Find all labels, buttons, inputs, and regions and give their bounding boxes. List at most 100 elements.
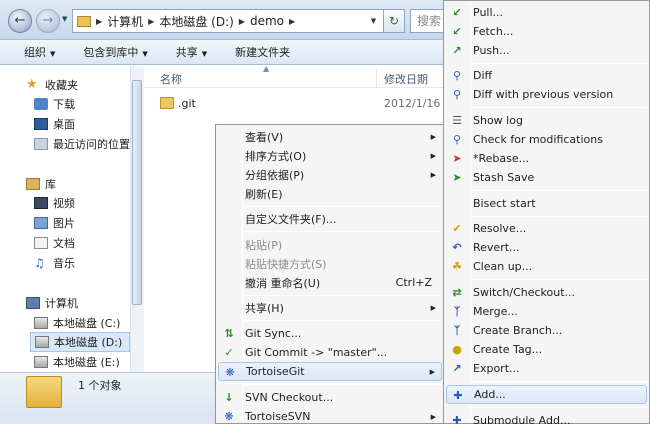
menu-item-paste-shortcut[interactable]: 粘贴快捷方式(S)	[218, 254, 442, 273]
menu-item-add[interactable]: ✚ Add...	[446, 385, 647, 404]
nav-item-recent-places[interactable]: 最近访问的位置	[34, 136, 130, 152]
history-dropdown-icon[interactable]: ▼	[62, 15, 67, 23]
menu-item-diff-previous[interactable]: ⚲ Diff with previous version	[446, 85, 647, 104]
nav-scrollbar-thumb[interactable]	[132, 80, 142, 305]
submenu-arrow-icon: ▶	[430, 303, 436, 312]
address-bar[interactable]: ▶ 计算机 ▶ 本地磁盘 (D:) ▶ demo ▶	[72, 9, 402, 33]
submenu-arrow-icon: ▶	[430, 132, 436, 141]
menu-item-git-commit[interactable]: ✓ Git Commit -> "master"...	[218, 343, 442, 362]
menu-item-bisect-start[interactable]: Bisect start	[446, 194, 647, 213]
menu-item-create-branch[interactable]: ᛉ Create Branch...	[446, 321, 647, 340]
export-icon: ↗	[452, 362, 462, 375]
menu-item-pull[interactable]: ↙ Pull...	[446, 3, 647, 22]
new-folder-button[interactable]: 新建文件夹	[235, 44, 290, 60]
back-button[interactable]: ←	[8, 9, 32, 33]
organize-menu[interactable]: 组织 ▼	[24, 44, 55, 60]
menu-item-fetch[interactable]: ↙ Fetch...	[446, 22, 647, 41]
switch-checkout-icon: ⇄	[452, 286, 462, 299]
menu-item-submodule-add[interactable]: ✚ Submodule Add...	[446, 411, 647, 424]
menu-separator	[244, 384, 442, 385]
menu-item-tortoisegit[interactable]: ❋ TortoiseGit ▶	[218, 362, 442, 381]
share-menu[interactable]: 共享 ▼	[176, 44, 207, 60]
sort-ascending-icon: ▲	[263, 64, 270, 73]
menu-item-git-sync[interactable]: ⇅ Git Sync...	[218, 324, 442, 343]
menu-item-sort-by[interactable]: 排序方式(O) ▶	[218, 146, 442, 165]
file-date: 2012/1/16 1	[384, 97, 451, 110]
menu-item-merge[interactable]: ᛉ Merge...	[446, 302, 647, 321]
menu-separator	[244, 320, 442, 321]
menu-item-resolve[interactable]: ✔ Resolve...	[446, 219, 647, 238]
menu-item-undo-rename[interactable]: 撤消 重命名(U) Ctrl+Z	[218, 273, 442, 292]
menu-item-check-modifications[interactable]: ⚲ Check for modifications	[446, 130, 647, 149]
breadcrumb-computer[interactable]: 计算机	[107, 13, 143, 30]
recent-places-icon	[34, 138, 48, 150]
nav-item-pictures[interactable]: 图片	[34, 215, 75, 231]
revert-icon: ↶	[452, 241, 462, 254]
menu-separator	[472, 107, 647, 108]
menu-item-show-log[interactable]: ☰ Show log	[446, 111, 647, 130]
breadcrumb-drive-d[interactable]: 本地磁盘 (D:)	[159, 13, 233, 30]
nav-item-desktop[interactable]: 桌面	[34, 116, 75, 132]
library-icon	[26, 178, 40, 190]
menu-item-switch-checkout[interactable]: ⇄ Switch/Checkout...	[446, 283, 647, 302]
include-in-library-menu[interactable]: 包含到库中 ▼	[83, 44, 147, 60]
menu-separator	[244, 231, 442, 232]
nav-item-downloads[interactable]: 下载	[34, 96, 75, 112]
nav-item-drive-d[interactable]: 本地磁盘 (D:)	[30, 332, 130, 352]
nav-libraries[interactable]: 库	[26, 176, 56, 192]
svn-checkout-icon: ↓	[224, 391, 234, 404]
column-header-date[interactable]: 修改日期	[384, 71, 428, 87]
menu-item-push[interactable]: ↗ Push...	[446, 41, 647, 60]
nav-item-drive-c[interactable]: 本地磁盘 (C:)	[34, 315, 120, 331]
menu-item-clean-up[interactable]: ☘ Clean up...	[446, 257, 647, 276]
menu-item-stash-save[interactable]: ➤ Stash Save	[446, 168, 647, 187]
column-divider[interactable]	[376, 68, 377, 88]
menu-separator	[472, 63, 647, 64]
tortoisegit-submenu: ↙ Pull... ↙ Fetch... ↗ Push... ⚲ Diff ⚲ Diff …	[443, 0, 650, 424]
menu-item-revert[interactable]: ↶ Revert...	[446, 238, 647, 257]
menu-item-tortoisesvn[interactable]: ❋ TortoiseSVN ▶	[218, 407, 442, 424]
menu-item-svn-checkout[interactable]: ↓ SVN Checkout...	[218, 388, 442, 407]
videos-icon	[34, 197, 48, 209]
breadcrumb-separator-icon[interactable]: ▶	[96, 17, 102, 26]
pull-icon: ↙	[452, 6, 462, 19]
submodule-add-icon: ✚	[452, 414, 462, 424]
nav-item-videos[interactable]: 视频	[34, 195, 75, 211]
nav-item-drive-e[interactable]: 本地磁盘 (E:)	[34, 354, 120, 370]
computer-icon	[26, 297, 40, 309]
pictures-icon	[34, 217, 48, 229]
menu-item-share[interactable]: 共享(H) ▶	[218, 298, 442, 317]
menu-item-group-by[interactable]: 分组依据(P) ▶	[218, 165, 442, 184]
menu-separator	[472, 407, 647, 408]
nav-item-music[interactable]: ♫ 音乐	[34, 255, 75, 271]
tortoisesvn-icon: ❋	[224, 410, 234, 423]
menu-item-rebase[interactable]: ➤ *Rebase...	[446, 149, 647, 168]
git-sync-icon: ⇅	[224, 327, 234, 340]
file-name[interactable]: .git	[178, 97, 196, 110]
git-commit-icon: ✓	[224, 346, 234, 359]
breadcrumb-demo[interactable]: demo	[250, 14, 284, 28]
menu-item-refresh[interactable]: 刷新(E)	[218, 184, 442, 203]
breadcrumb-separator-icon[interactable]: ▶	[239, 17, 245, 26]
menu-item-view[interactable]: 查看(V) ▶	[218, 127, 442, 146]
menu-item-export[interactable]: ↗ Export...	[446, 359, 647, 378]
forward-button[interactable]: →	[36, 9, 60, 33]
breadcrumb-separator-icon[interactable]: ▶	[148, 17, 154, 26]
refresh-button[interactable]: ↻	[383, 9, 405, 33]
address-dropdown-icon[interactable]: ▼	[367, 10, 380, 32]
chevron-down-icon: ▼	[142, 50, 148, 58]
nav-item-documents[interactable]: 文档	[34, 235, 75, 251]
star-icon: ★	[26, 77, 38, 92]
status-text: 1 个对象	[78, 379, 122, 392]
nav-favorites[interactable]: ★ 收藏夹	[26, 77, 78, 93]
menu-item-create-tag[interactable]: ● Create Tag...	[446, 340, 647, 359]
menu-item-diff[interactable]: ⚲ Diff	[446, 66, 647, 85]
diff-icon: ⚲	[452, 69, 462, 82]
breadcrumb-separator-icon[interactable]: ▶	[289, 17, 295, 26]
column-header-name[interactable]: 名称	[160, 71, 182, 87]
menu-item-customize-folder[interactable]: 自定义文件夹(F)...	[218, 209, 442, 228]
nav-computer[interactable]: 计算机	[26, 295, 78, 311]
menu-item-paste[interactable]: 粘贴(P)	[218, 235, 442, 254]
diff-previous-icon: ⚲	[452, 88, 462, 101]
folder-icon	[26, 376, 62, 408]
